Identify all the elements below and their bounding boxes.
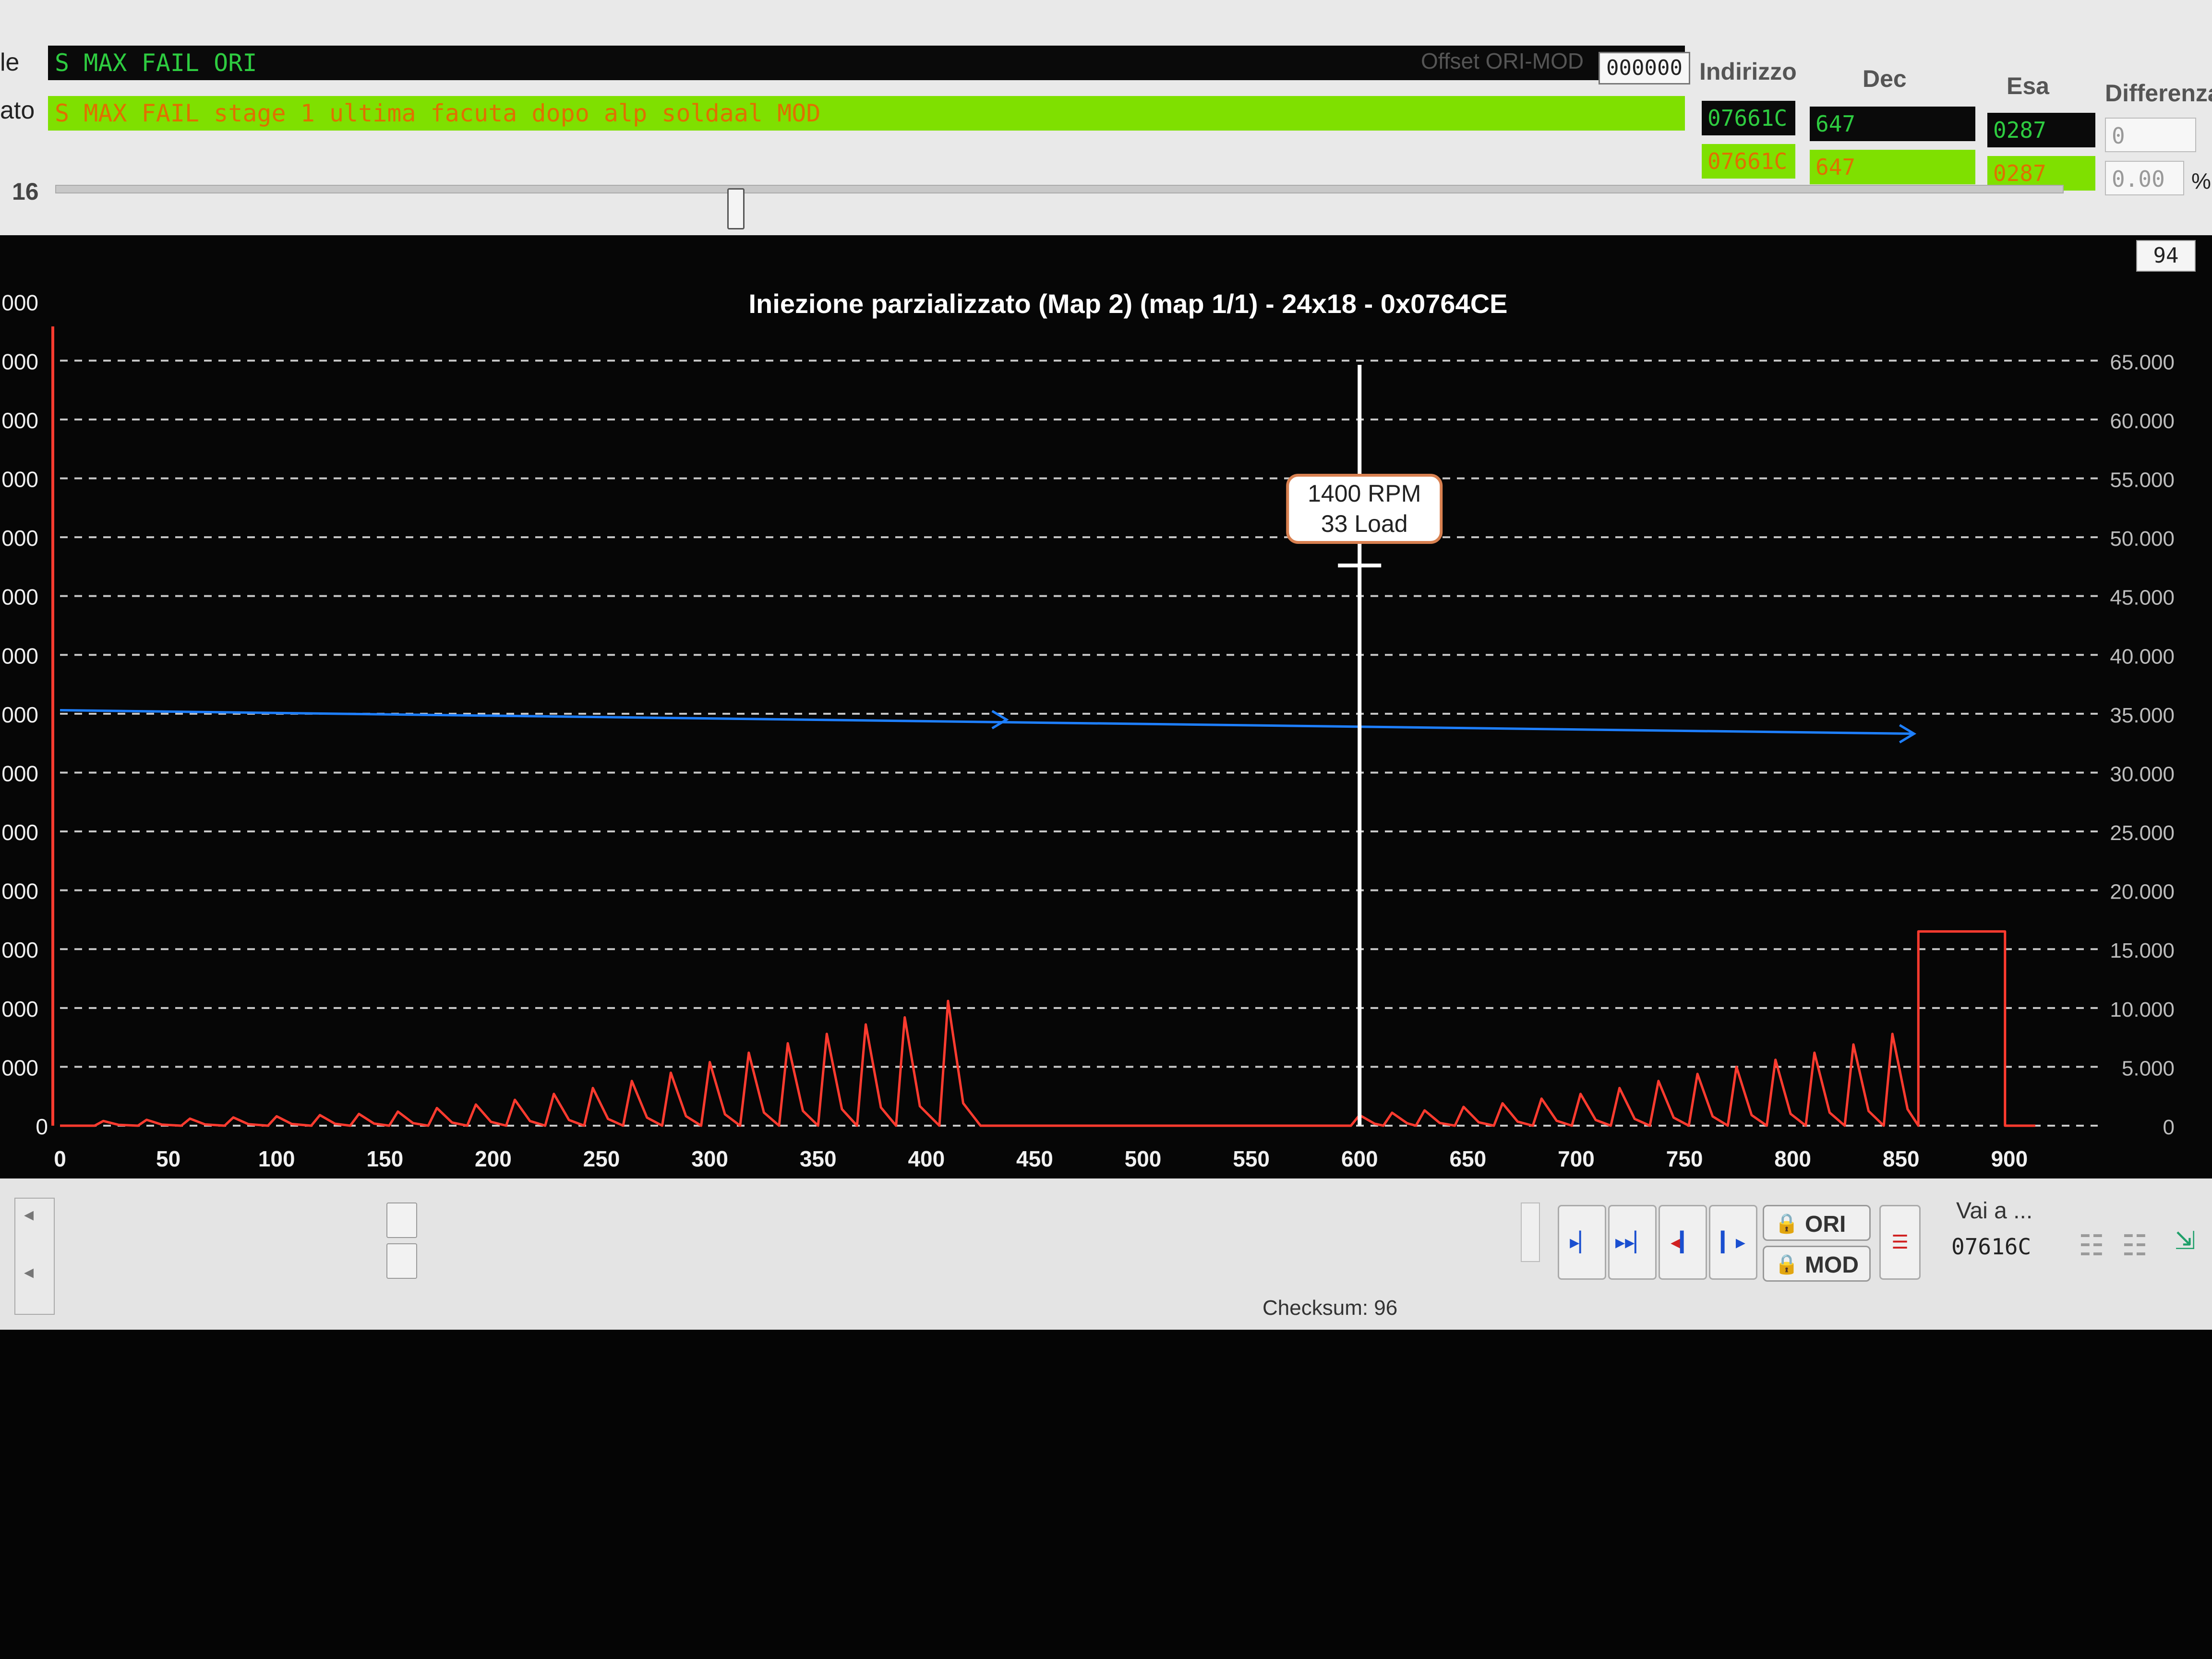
checksum-label: Checksum: 96 (1262, 1296, 1398, 1320)
injection-map-chart[interactable]: 0 5.000 .000 .000 .000 .000 .000 .000 .000 .000 .0… (0, 0, 2212, 1330)
mod-button-label: MOD (1805, 1252, 1859, 1278)
x-tick-label: 500 (1125, 1146, 1162, 1171)
y-left-tick-label: .000 (0, 997, 38, 1022)
cursor-rpm-label: 1400 RPM (1308, 480, 1421, 507)
y-right-tick-label: 40.000 (2110, 645, 2175, 668)
y-right-tick-label: 45.000 (2110, 586, 2175, 610)
y-left-tick-label: .000 (0, 349, 38, 374)
y-right-tick-label: 30.000 (2110, 762, 2175, 786)
x-tick-label: 200 (475, 1146, 512, 1171)
x-axis-ticks: 0 50 100 150 200 250 300 350 400 450 500 550 600 650 7… (54, 1146, 2028, 1171)
x-tick-label: 450 (1016, 1146, 1053, 1171)
y-axis-right-ticks: 0 5.000 10.000 15.000 20.000 25.000 30.000 35.0… (2110, 350, 2175, 1139)
y-right-tick-label: 10.000 (2110, 998, 2175, 1022)
y-right-tick-label: 15.000 (2110, 939, 2175, 962)
y-axis-left-ticks: 0 5.000 .000 .000 .000 .000 .000 .000 .000 .000 .0… (0, 290, 48, 1139)
y-left-tick-label: .000 (0, 702, 38, 727)
x-tick-label: 150 (366, 1146, 403, 1171)
compare-flag-icon[interactable]: ☰ (1879, 1205, 1921, 1280)
x-tick-label: 0 (54, 1146, 66, 1171)
y-left-tick-label: .000 (0, 467, 38, 492)
scroll-left-icon[interactable]: ◂ (24, 1203, 34, 1226)
injection-curve-line (60, 930, 2035, 1127)
y-left-tick-label: 0 (36, 1114, 48, 1139)
chart-cursor: 1400 RPM 33 Load (1286, 365, 1443, 1126)
x-tick-label: 650 (1449, 1146, 1486, 1171)
ori-button-label: ORI (1805, 1212, 1846, 1237)
play-step-icon[interactable]: ▸▏ (1558, 1205, 1606, 1280)
x-tick-label: 250 (583, 1146, 620, 1171)
y-left-tick-label: .000 (0, 643, 38, 668)
x-tick-label: 850 (1883, 1146, 1920, 1171)
chart-grid (60, 360, 2098, 1127)
application-window: le ato S MAX FAIL ORI S MAX FAIL stage 1… (0, 0, 2212, 1330)
y-left-tick-label: 000 (1, 290, 38, 315)
navigation-bar: ◂ ◂ ▸▏ ▸▸▏ ◂▎ ▎▸ 🔒 ORI 🔒 MOD ☰ Vai a ...… (0, 1178, 2212, 1330)
x-tick-label: 300 (691, 1146, 728, 1171)
cursor-load-label: 33 Load (1321, 510, 1408, 537)
y-left-tick-label: .000 (0, 585, 38, 610)
step-forward-icon[interactable]: ▎▸ (1709, 1205, 1757, 1280)
x-tick-label: 900 (1991, 1146, 2028, 1171)
goto-address-input[interactable]: 07616C (1951, 1234, 2031, 1260)
skip-forward-icon[interactable]: ▸▸▏ (1608, 1205, 1657, 1280)
y-right-tick-label: 5.000 (2122, 1057, 2175, 1080)
x-tick-label: 50 (156, 1146, 180, 1171)
y-right-tick-label: 35.000 (2110, 704, 2175, 727)
goto-label: Vai a ... (1956, 1198, 2033, 1224)
x-tick-label: 350 (800, 1146, 837, 1171)
y-left-tick-label: .000 (0, 938, 38, 962)
y-left-tick-label: .000 (0, 408, 38, 433)
ori-lock-button[interactable]: 🔒 ORI (1763, 1205, 1871, 1241)
horizontal-scroll-thumb[interactable] (386, 1243, 417, 1279)
left-scroll-arrows[interactable]: ◂ ◂ (14, 1198, 55, 1315)
y-right-tick-label: 60.000 (2110, 409, 2175, 433)
y-right-tick-label: 50.000 (2110, 527, 2175, 551)
y-left-tick-label: .000 (0, 526, 38, 551)
step-back-icon[interactable]: ◂▎ (1659, 1205, 1707, 1280)
align-right-icon[interactable]: ☷ (2122, 1229, 2148, 1262)
x-tick-label: 400 (908, 1146, 945, 1171)
y-right-tick-label: 65.000 (2110, 350, 2175, 374)
lock-icon: 🔒 (1775, 1254, 1799, 1275)
reference-arrow-line (60, 709, 1917, 744)
y-right-tick-label: 55.000 (2110, 468, 2175, 492)
y-left-tick-label: .000 (0, 761, 38, 786)
align-left-icon[interactable]: ☷ (2079, 1229, 2104, 1262)
x-tick-label: 550 (1233, 1146, 1270, 1171)
injection-curve-series (60, 930, 2035, 1127)
y-left-tick-label: .000 (0, 820, 38, 845)
y-right-tick-label: 20.000 (2110, 880, 2175, 904)
y-left-tick-label: .000 (0, 879, 38, 904)
lock-icon: 🔒 (1775, 1213, 1799, 1234)
y-right-tick-label: 0 (2163, 1116, 2175, 1139)
x-tick-label: 600 (1341, 1146, 1378, 1171)
x-tick-label: 100 (258, 1146, 295, 1171)
horizontal-scroll-thumb[interactable] (386, 1202, 417, 1238)
vertical-scroll[interactable] (1521, 1202, 1540, 1262)
x-tick-label: 750 (1666, 1146, 1703, 1171)
x-tick-label: 800 (1774, 1146, 1811, 1171)
y-left-tick-label: 5.000 (0, 1055, 38, 1080)
mod-lock-button[interactable]: 🔒 MOD (1763, 1246, 1871, 1282)
x-tick-label: 700 (1558, 1146, 1595, 1171)
map-export-icon[interactable]: ⇲ (2175, 1226, 2196, 1255)
y-right-tick-label: 25.000 (2110, 821, 2175, 845)
scroll-left-icon[interactable]: ◂ (24, 1261, 34, 1283)
